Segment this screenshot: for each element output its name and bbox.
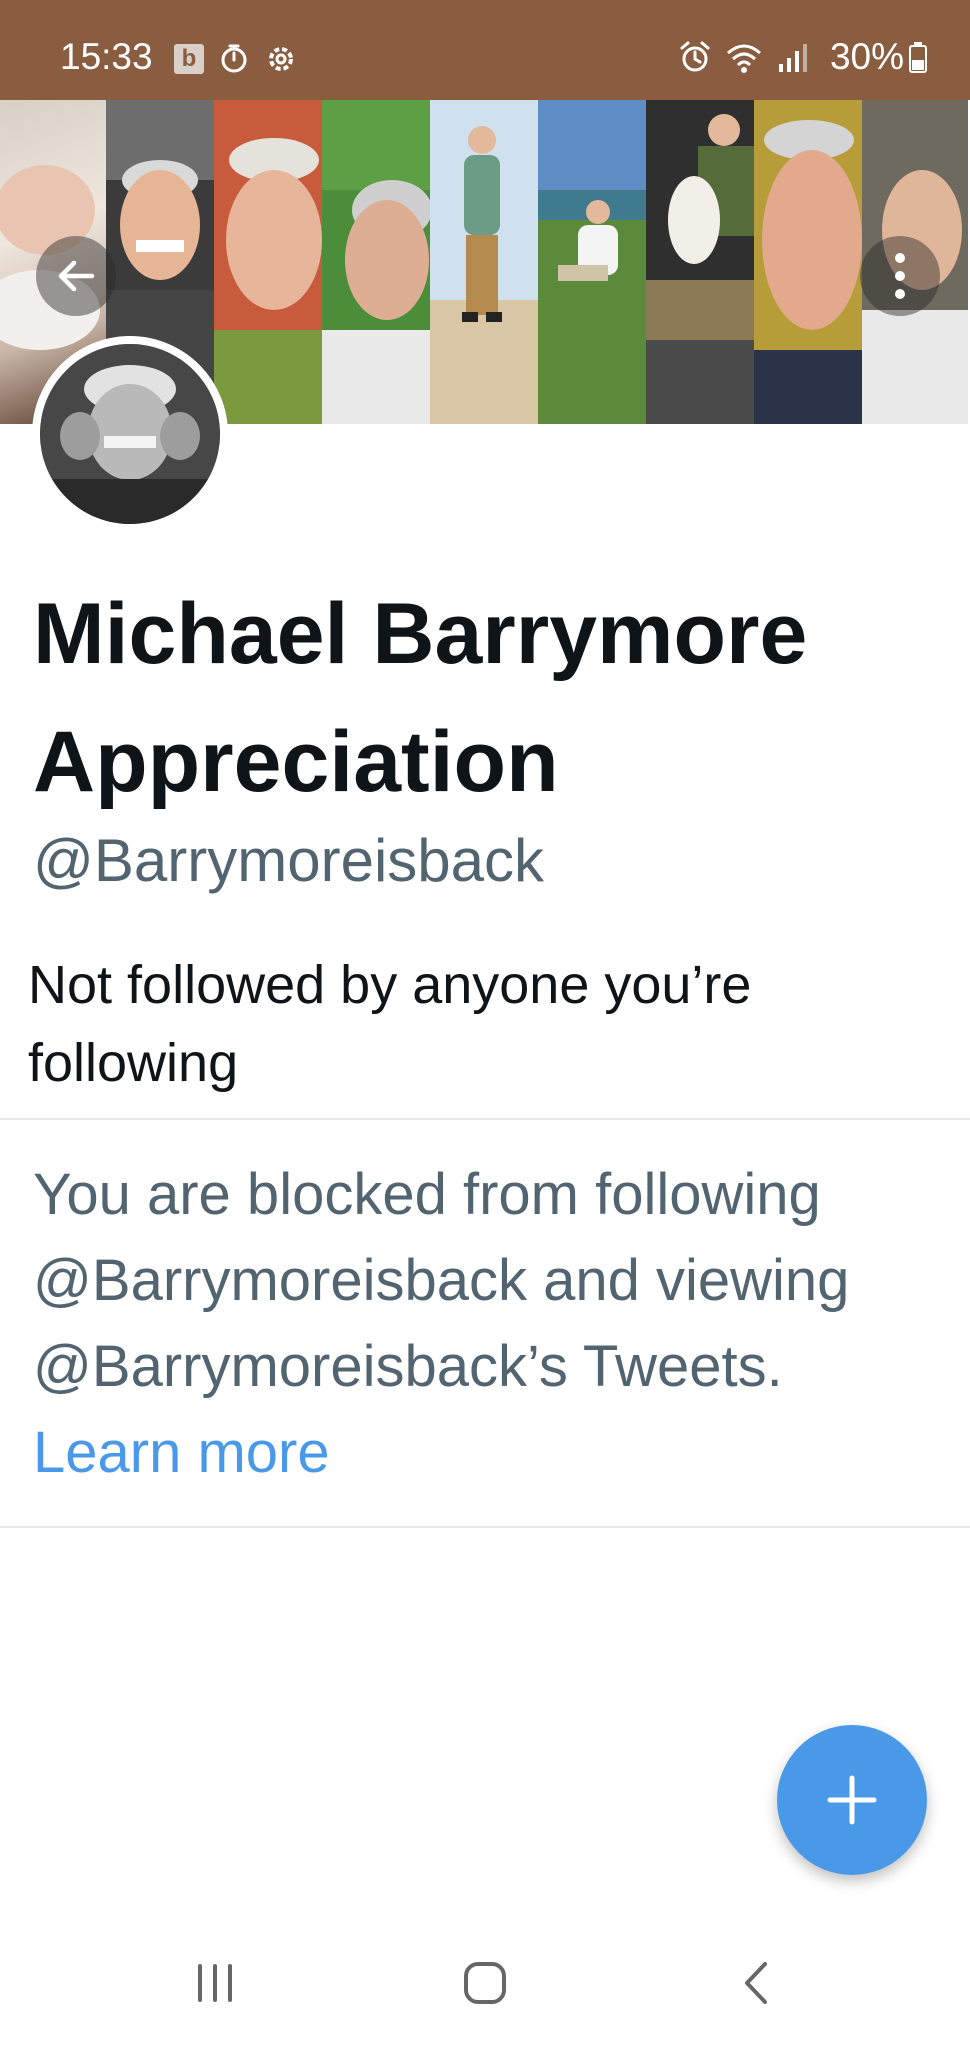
recents-button[interactable] [170, 1948, 260, 2018]
blocked-message-line3: @Barrymoreisback’s Tweets. [33, 1334, 783, 1399]
signal-icon [779, 44, 807, 72]
banner-photo-8 [754, 100, 862, 424]
followers-note: Not followed by anyone you’re following [28, 946, 928, 1102]
avatar-image [40, 344, 220, 524]
timer-icon [221, 44, 247, 73]
blocked-message-line1: You are blocked from following [33, 1162, 821, 1227]
profile-handle: @Barrymoreisback [33, 827, 545, 894]
system-nav-bar [0, 1920, 970, 2048]
followers-note-line2: following [28, 1033, 239, 1093]
battery-icon [909, 42, 927, 73]
recents-icon [198, 1964, 232, 2002]
plus-icon [827, 1775, 877, 1825]
banner-photo-3 [214, 100, 322, 424]
banner-photo-5 [430, 100, 538, 424]
banner-photo-4 [322, 100, 430, 424]
profile-name-line2: Appreciation [33, 714, 559, 810]
status-icons-right [678, 40, 810, 74]
avatar[interactable] [32, 336, 228, 532]
wifi-icon [727, 44, 761, 73]
arrow-left-icon [58, 260, 95, 292]
nav-back-button[interactable] [712, 1948, 802, 2018]
more-vertical-icon [895, 253, 905, 299]
b-app-icon: b [174, 44, 204, 74]
status-bar: 15:33 b 30% [0, 0, 970, 100]
status-icons-left: b [174, 42, 298, 76]
back-button[interactable] [36, 236, 116, 316]
banner-photo-6 [538, 100, 646, 424]
compose-tweet-button[interactable] [777, 1725, 927, 1875]
more-options-button[interactable] [860, 236, 940, 316]
blocked-message: You are blocked from following @Barrymor… [33, 1152, 953, 1496]
settings-gear-icon [269, 47, 293, 71]
battery-percent: 30% [829, 36, 904, 77]
profile-name-line1: Michael Barrymore [33, 586, 808, 682]
profile-name: Michael Barrymore Appreciation [33, 570, 953, 826]
learn-more-link[interactable]: Learn more [33, 1410, 953, 1496]
blocked-message-line2: @Barrymoreisback and viewing [33, 1248, 850, 1313]
b-badge-text: b [181, 45, 197, 72]
status-time: 15:33 [60, 36, 153, 77]
battery-status: 30% [830, 36, 928, 78]
alarm-icon [680, 41, 710, 72]
home-button[interactable] [440, 1948, 530, 2018]
divider [0, 1526, 970, 1528]
divider [0, 1118, 970, 1120]
back-icon [745, 1962, 767, 2004]
home-icon [464, 1962, 506, 2004]
banner-photo-7 [646, 100, 754, 424]
followers-note-line1: Not followed by anyone you’re [28, 955, 752, 1015]
